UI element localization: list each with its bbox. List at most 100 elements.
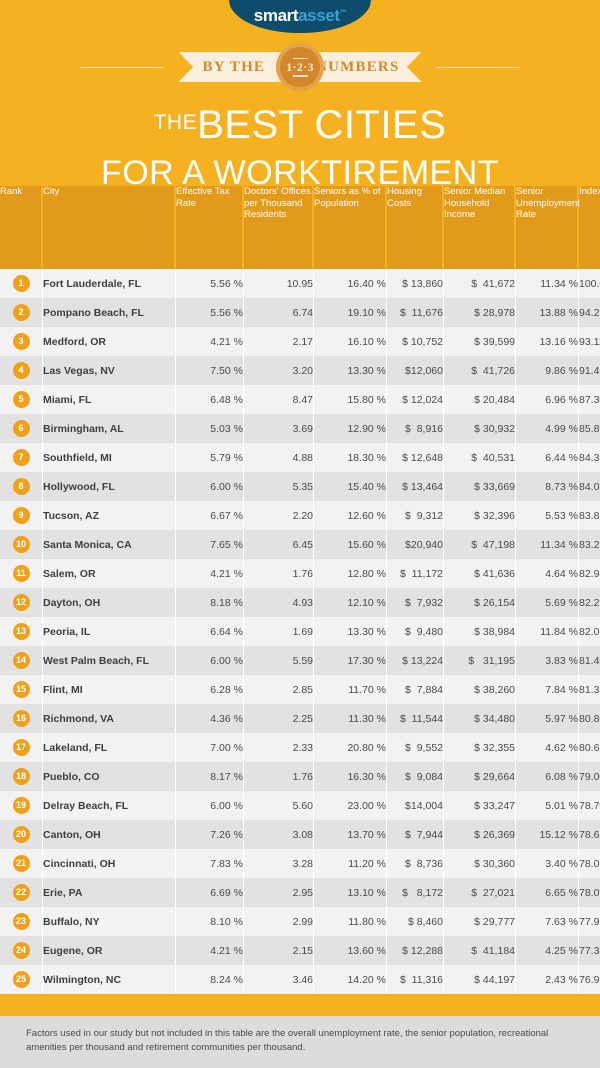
page-title: THEBEST CITIES FOR A WORKTIREMENT <box>0 101 600 192</box>
index-cell: 93.11 <box>579 327 600 356</box>
seniors-cell: 16.10 % <box>314 327 387 356</box>
rank-badge: 4 <box>12 362 30 379</box>
rankings-table-container: Rank City Effective Tax Rate Doctors' Of… <box>0 186 600 994</box>
unemployment-cell: 13.16 % <box>516 327 579 356</box>
income-cell: $ 38,260 <box>444 675 516 704</box>
unemployment-cell: 2.43 % <box>516 965 579 994</box>
tax-rate-cell: 7.83 % <box>176 849 244 878</box>
unemployment-cell: 11.34 % <box>516 530 579 559</box>
index-cell: 83.85 <box>579 501 600 530</box>
income-cell: $ 29,777 <box>444 907 516 936</box>
rank-cell: 17 <box>0 733 43 762</box>
housing-costs-cell: $ 12,648 <box>387 443 444 472</box>
index-cell: 87.30 <box>579 385 600 414</box>
rank-badge: 12 <box>12 594 30 611</box>
table-row: 1 Fort Lauderdale, FL 5.56 % 10.95 16.40 % $ … <box>0 269 600 298</box>
seniors-cell: 11.20 % <box>314 849 387 878</box>
index-cell: 100.00 <box>579 269 600 298</box>
city-cell: Peoria, IL <box>43 617 176 646</box>
divider-rule-right <box>436 67 520 68</box>
table-row: 10 Santa Monica, CA 7.65 % 6.45 15.60 % $20,9… <box>0 530 600 559</box>
income-cell: $ 41,726 <box>444 356 516 385</box>
rank-badge: 6 <box>12 420 30 437</box>
index-cell: 94.25 <box>579 298 600 327</box>
rank-cell: 4 <box>0 356 43 385</box>
unemployment-cell: 5.97 % <box>516 704 579 733</box>
unemployment-cell: 4.99 % <box>516 414 579 443</box>
rank-cell: 8 <box>0 472 43 501</box>
divider-rule-left <box>80 67 164 68</box>
housing-costs-cell: $ 13,224 <box>387 646 444 675</box>
city-cell: Fort Lauderdale, FL <box>43 269 176 298</box>
rank-badge: 3 <box>12 333 30 350</box>
table-row: 5 Miami, FL 6.48 % 8.47 15.80 % $ 12,024 $ 20,… <box>0 385 600 414</box>
doctors-cell: 8.47 <box>244 385 314 414</box>
index-cell: 80.80 <box>579 704 600 733</box>
city-cell: Lakeland, FL <box>43 733 176 762</box>
column-header-doctors: Doctors' Offices per Thousand Residents <box>244 186 314 269</box>
smartasset-logo: smartasset™ <box>229 0 371 33</box>
doctors-cell: 3.28 <box>244 849 314 878</box>
table-row: 9 Tucson, AZ 6.67 % 2.20 12.60 % $ 9,312 $ 32,… <box>0 501 600 530</box>
income-cell: $ 34,480 <box>444 704 516 733</box>
housing-costs-cell: $14,004 <box>387 791 444 820</box>
housing-costs-cell: $ 8,916 <box>387 414 444 443</box>
housing-costs-cell: $ 11,172 <box>387 559 444 588</box>
column-header-unemployment: Senior Unemployment Rate <box>516 186 580 269</box>
income-cell: $ 38,984 <box>444 617 516 646</box>
seniors-cell: 11.70 % <box>314 675 387 704</box>
table-row: 15 Flint, MI 6.28 % 2.85 11.70 % $ 7,884 $ 38,… <box>0 675 600 704</box>
index-cell: 76.93 <box>579 965 600 994</box>
income-cell: $ 44,197 <box>444 965 516 994</box>
unemployment-cell: 3.40 % <box>516 849 579 878</box>
income-cell: $ 32,396 <box>444 501 516 530</box>
table-row: 12 Dayton, OH 8.18 % 4.93 12.10 % $ 7,932 $ 26… <box>0 588 600 617</box>
income-cell: $ 20,484 <box>444 385 516 414</box>
numbers-badge-inner: 1·2·3 <box>280 47 320 87</box>
city-cell: Southfield, MI <box>43 443 176 472</box>
rank-cell: 10 <box>0 530 43 559</box>
housing-costs-cell: $ 12,288 <box>387 936 444 965</box>
housing-costs-cell: $ 11,676 <box>387 298 444 327</box>
unemployment-cell: 11.34 % <box>516 269 579 298</box>
rank-badge: 18 <box>12 768 30 785</box>
housing-costs-cell: $ 8,172 <box>387 878 444 907</box>
rank-badge: 5 <box>12 391 30 408</box>
seniors-cell: 13.60 % <box>314 936 387 965</box>
index-cell: 82.06 <box>579 617 600 646</box>
rank-cell: 15 <box>0 675 43 704</box>
housing-costs-cell: $ 7,884 <box>387 675 444 704</box>
doctors-cell: 2.25 <box>244 704 314 733</box>
unemployment-cell: 6.65 % <box>516 878 579 907</box>
income-cell: $ 30,360 <box>444 849 516 878</box>
seniors-cell: 16.30 % <box>314 762 387 791</box>
rank-badge: 16 <box>12 710 30 727</box>
rank-cell: 1 <box>0 269 43 298</box>
index-cell: 78.07 <box>579 849 600 878</box>
income-cell: $ 40,531 <box>444 443 516 472</box>
rank-cell: 25 <box>0 965 43 994</box>
column-header-tax-rate: Effective Tax Rate <box>176 186 244 269</box>
housing-costs-cell: $ 9,312 <box>387 501 444 530</box>
seniors-cell: 11.80 % <box>314 907 387 936</box>
title-the-word: THE <box>153 111 198 134</box>
tax-rate-cell: 6.48 % <box>176 385 244 414</box>
tax-rate-cell: 6.00 % <box>176 646 244 675</box>
unemployment-cell: 4.62 % <box>516 733 579 762</box>
doctors-cell: 3.69 <box>244 414 314 443</box>
housing-costs-cell: $ 8,460 <box>387 907 444 936</box>
city-cell: Hollywood, FL <box>43 472 176 501</box>
table-body: 1 Fort Lauderdale, FL 5.56 % 10.95 16.40 % $ … <box>0 269 600 994</box>
city-cell: Las Vegas, NV <box>43 356 176 385</box>
seniors-cell: 11.30 % <box>314 704 387 733</box>
doctors-cell: 5.60 <box>244 791 314 820</box>
table-row: 20 Canton, OH 7.26 % 3.08 13.70 % $ 7,944 $ 26… <box>0 820 600 849</box>
rank-badge: 1 <box>12 275 30 292</box>
housing-costs-cell: $ 9,084 <box>387 762 444 791</box>
index-cell: 84.03 <box>579 472 600 501</box>
unemployment-cell: 7.63 % <box>516 907 579 936</box>
rank-cell: 22 <box>0 878 43 907</box>
income-cell: $ 28,978 <box>444 298 516 327</box>
city-cell: Tucson, AZ <box>43 501 176 530</box>
column-header-rank: Rank <box>0 186 43 269</box>
